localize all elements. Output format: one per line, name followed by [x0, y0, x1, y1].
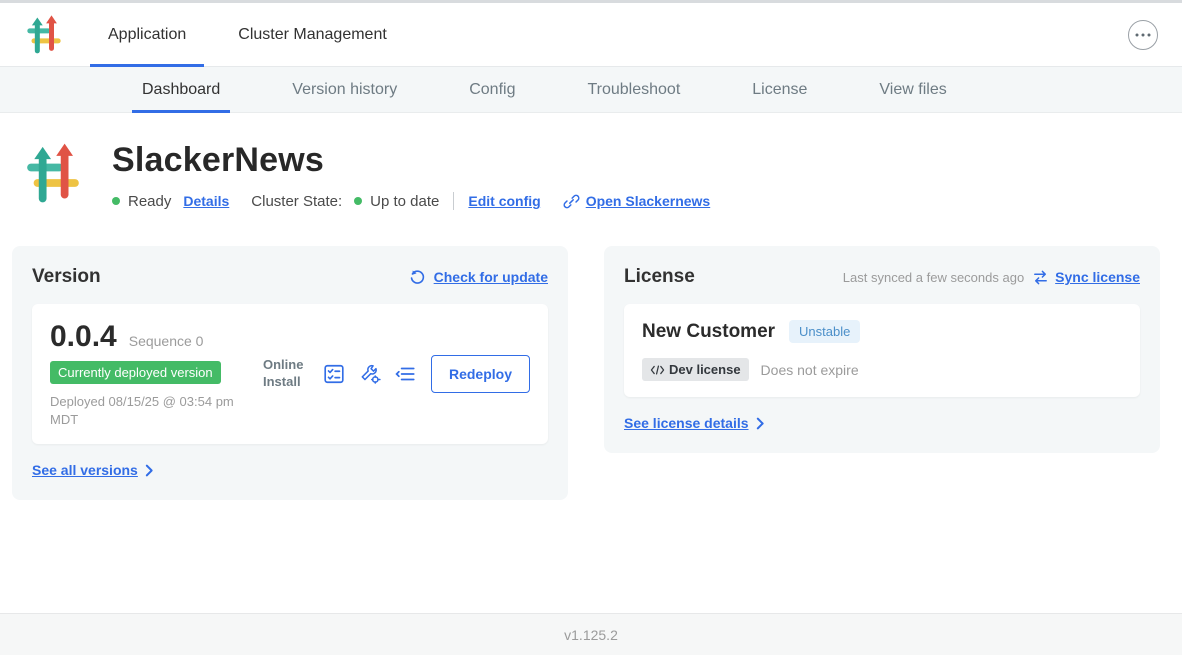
redeploy-button[interactable]: Redeploy — [431, 355, 530, 393]
cluster-state-value: Up to date — [370, 193, 439, 210]
status-divider — [453, 192, 454, 210]
subnav-view-files-label: View files — [879, 81, 946, 99]
license-type-badge: Dev license — [642, 358, 749, 381]
subnav-item-dashboard[interactable]: Dashboard — [132, 67, 230, 112]
ready-status-label: Ready — [128, 193, 171, 210]
dashboard-main: SlackerNews Ready Details Cluster State:… — [0, 113, 1182, 613]
top-nav: Application Cluster Management — [0, 3, 1182, 67]
subnav-troubleshoot-label: Troubleshoot — [587, 81, 680, 99]
cluster-state-label: Cluster State: — [251, 193, 342, 210]
last-synced-label: Last synced a few seconds ago — [843, 270, 1024, 285]
tab-application[interactable]: Application — [90, 3, 204, 66]
page-title: SlackerNews — [112, 141, 710, 180]
sequence-label: Sequence 0 — [129, 333, 204, 349]
cluster-state-dot — [354, 197, 362, 205]
open-app-label: Open Slackernews — [586, 193, 711, 209]
dashboard-cards: Version Check for update 0.0.4 Sequ — [12, 246, 1160, 500]
ellipsis-icon — [1142, 33, 1145, 36]
subnav-config-label: Config — [469, 81, 515, 99]
customer-name: New Customer — [642, 321, 775, 343]
check-for-update-label: Check for update — [434, 269, 548, 285]
subnav-license-label: License — [752, 81, 807, 99]
license-card-header: License Last synced a few seconds ago — [624, 266, 1140, 288]
app-status-row: Ready Details Cluster State: Up to date … — [112, 192, 710, 210]
subnav-item-config[interactable]: Config — [459, 67, 525, 112]
channel-badge: Unstable — [789, 320, 860, 343]
subnav-item-view-files[interactable]: View files — [869, 67, 956, 112]
app-header: SlackerNews Ready Details Cluster State:… — [22, 139, 1160, 210]
chevron-right-icon — [756, 417, 765, 430]
ready-status-dot — [112, 197, 120, 205]
see-all-versions-label: See all versions — [32, 462, 138, 478]
sync-license-label: Sync license — [1055, 269, 1140, 285]
tab-cluster-management-label: Cluster Management — [238, 26, 387, 44]
version-card-header: Version Check for update — [32, 266, 548, 288]
more-options-button[interactable] — [1128, 20, 1158, 50]
license-card: License Last synced a few seconds ago — [604, 246, 1160, 453]
app-logo-large-icon — [22, 141, 84, 207]
license-details-panel: New Customer Unstable — [624, 304, 1140, 397]
license-type-label: Dev license — [669, 362, 741, 377]
chevron-right-icon — [145, 464, 154, 477]
subnav-dashboard-label: Dashboard — [142, 81, 220, 99]
open-app-link[interactable]: Open Slackernews — [563, 193, 711, 210]
see-all-versions-link[interactable]: See all versions — [32, 462, 154, 478]
license-expiration: Does not expire — [761, 362, 859, 378]
subnav-item-license[interactable]: License — [742, 67, 817, 112]
current-version-panel: 0.0.4 Sequence 0 Currently deployed vers… — [32, 304, 548, 444]
app-subnav: Dashboard Version history Config Trouble… — [0, 67, 1182, 113]
chain-link-icon — [563, 193, 580, 210]
sync-arrows-icon — [1032, 269, 1049, 286]
app-logo-icon[interactable] — [24, 14, 64, 56]
subnav-item-version-history[interactable]: Version history — [282, 67, 407, 112]
details-link[interactable]: Details — [183, 193, 229, 209]
edit-config-link[interactable]: Edit config — [468, 193, 540, 209]
current-version-info: 0.0.4 Sequence 0 Currently deployed vers… — [50, 320, 263, 428]
tab-cluster-management[interactable]: Cluster Management — [220, 3, 405, 66]
subnav-item-troubleshoot[interactable]: Troubleshoot — [577, 67, 690, 112]
see-license-details-link[interactable]: See license details — [624, 415, 765, 431]
check-for-update-link[interactable]: Check for update — [409, 269, 548, 286]
subnav-version-history-label: Version history — [292, 81, 397, 99]
tab-application-label: Application — [108, 26, 186, 44]
see-license-details-label: See license details — [624, 415, 749, 431]
top-tab-bar: Application Cluster Management — [90, 3, 421, 66]
preflight-checks-icon[interactable] — [323, 363, 345, 385]
version-actions: Online Install — [263, 355, 530, 393]
version-card: Version Check for update 0.0.4 Sequ — [12, 246, 568, 500]
deploy-logs-icon[interactable] — [395, 363, 417, 385]
deployed-status-badge: Currently deployed version — [50, 361, 221, 384]
code-brackets-icon — [650, 365, 665, 375]
sync-license-link[interactable]: Sync license — [1032, 269, 1140, 286]
install-type-label: Online Install — [263, 357, 309, 391]
refresh-icon — [409, 269, 426, 286]
version-card-title: Version — [32, 266, 101, 288]
config-wrench-icon[interactable] — [359, 363, 381, 385]
console-version-label: v1.125.2 — [564, 627, 618, 643]
console-footer: v1.125.2 — [0, 613, 1182, 655]
deployed-timestamp: Deployed 08/15/25 @ 03:54 pm MDT — [50, 393, 263, 428]
version-number: 0.0.4 — [50, 320, 117, 354]
license-card-title: License — [624, 266, 695, 288]
